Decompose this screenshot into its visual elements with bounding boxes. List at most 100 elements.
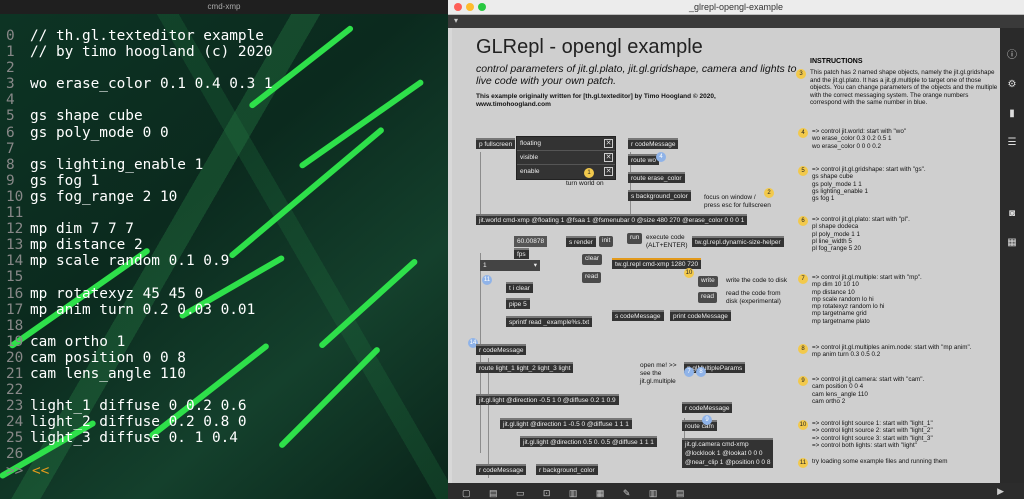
fps-number-box[interactable]: 60.00878 — [514, 236, 548, 247]
s-render-object[interactable]: s render — [566, 236, 596, 247]
visible-toggle-row[interactable]: visible ✕ — [517, 151, 615, 165]
list-icon[interactable]: ☰ — [1000, 137, 1024, 148]
line-number: 20 — [6, 349, 24, 366]
p-fullscreen-object[interactable]: p fullscreen — [476, 138, 516, 149]
camera-icon[interactable]: ◙ — [1000, 208, 1024, 219]
r-codemessage-lights-object[interactable]: r codeMessage — [476, 344, 527, 355]
code-line[interactable]: 8 gs lighting_enable 1 — [6, 157, 273, 173]
r-background-color-object[interactable]: r background_color — [536, 464, 598, 475]
code-line[interactable]: 5 gs shape cube — [6, 108, 273, 124]
close-window-icon[interactable] — [454, 3, 462, 11]
read-disk-message[interactable]: read — [698, 292, 718, 303]
code-line[interactable]: 9 gs fog 1 — [6, 173, 273, 189]
floating-toggle-row[interactable]: floating ✕ — [517, 137, 615, 151]
code-line[interactable]: 24 light_2 diffuse 0.2 0.8 0 — [6, 414, 273, 430]
code-line[interactable]: 13 mp distance 2 — [6, 237, 273, 253]
code-line[interactable]: 12 mp dim 7 7 7 — [6, 221, 273, 237]
code-line[interactable]: 10 gs fog_range 2 10 — [6, 189, 273, 205]
pipe-object[interactable]: pipe 5 — [506, 298, 530, 309]
r-codemessage-object[interactable]: r codeMessage — [628, 138, 679, 149]
line-number: 0 — [6, 28, 15, 44]
code-line[interactable]: 14 mp scale random 0.1 0.9 — [6, 253, 273, 269]
write-message[interactable]: write — [698, 276, 718, 287]
clear-message[interactable]: clear — [582, 254, 603, 265]
s-background-color-object[interactable]: s background_color — [628, 190, 691, 201]
sprintf-object[interactable]: sprintf read _example%s.txt — [506, 316, 593, 327]
code-line[interactable]: 16 mp rotatexyz 45 45 0 — [6, 286, 273, 302]
play-icon[interactable]: ▶ — [997, 483, 1004, 499]
code-line[interactable]: 25 light_3 diffuse 0. 1 0.4 — [6, 430, 273, 446]
code-editor-window[interactable]: cmd-xmp 0 // th.gl.texteditor example 1 // … — [0, 0, 448, 499]
line-number: 10 — [6, 188, 24, 205]
info-icon[interactable]: ⓘ — [1000, 46, 1024, 61]
code-line[interactable]: 26 — [6, 446, 273, 462]
code-line[interactable]: 22 — [6, 382, 273, 398]
piano-icon[interactable]: ▥ — [649, 485, 658, 499]
patcher-titlebar[interactable]: _glrepl-opengl-example — [448, 0, 1024, 15]
comment-icon[interactable]: ▤ — [489, 485, 498, 499]
jit-world-object[interactable]: jit.world cmd-xmp @floating 1 @fsaa 1 @f… — [476, 214, 748, 225]
jit-gl-camera-object[interactable]: jit.gl.camera cmd-xmp @locklook 1 @looka… — [682, 438, 774, 468]
enable-toggle-row[interactable]: enable ✕ — [517, 165, 615, 179]
print-codemessage-object[interactable]: print codeMessage — [670, 310, 731, 321]
umenu-dropdown[interactable]: 1 ▾ — [480, 260, 540, 271]
zoom-window-icon[interactable] — [478, 3, 486, 11]
code-line[interactable]: 0 // th.gl.texteditor example — [6, 28, 273, 44]
code-line[interactable]: 20 cam position 0 0 8 — [6, 350, 273, 366]
code-line[interactable]: 7 — [6, 141, 273, 157]
code-line[interactable]: 4 — [6, 92, 273, 108]
blue-badge-8: 8 — [696, 367, 706, 377]
code-line[interactable]: 2 — [6, 60, 273, 76]
code-line[interactable]: 3 wo erase_color 0.1 0.4 0.3 1 — [6, 76, 273, 92]
grid-toggle-icon[interactable]: ▦ — [596, 485, 605, 499]
code-line[interactable]: 21 cam lens_angle 110 — [6, 366, 273, 382]
code-line[interactable]: 23 light_1 diffuse 0 0.2 0.6 — [6, 398, 273, 414]
fps-object[interactable]: fps — [514, 248, 529, 259]
enable-checkbox[interactable]: ✕ — [604, 167, 613, 176]
code-line[interactable]: 1 // by timo hoogland (c) 2020 — [6, 44, 273, 60]
code-line[interactable]: 18 — [6, 318, 273, 334]
wrench-icon[interactable]: ⚙ — [1000, 79, 1024, 90]
wrench-tool-icon[interactable]: ✎ — [623, 485, 631, 499]
code-editor-titlebar[interactable]: cmd-xmp — [0, 0, 448, 14]
code-line[interactable]: 17 mp anim turn 0.2 0.03 0.01 — [6, 302, 273, 318]
snap-icon[interactable]: ▥ — [569, 485, 578, 499]
run-message[interactable]: run — [627, 233, 643, 244]
book-icon[interactable]: ▮ — [1000, 108, 1024, 119]
route-erase-color-object[interactable]: route erase_color — [628, 172, 685, 183]
jit-gl-light-2-object[interactable]: jit.gl.light @direction 1 -0.5 0 @diffus… — [500, 418, 632, 429]
patcher-canvas[interactable]: GLRepl - opengl example control paramete… — [452, 28, 1000, 483]
s-codemessage-object[interactable]: s codeMessage — [612, 310, 664, 321]
patch-icon[interactable]: ▤ — [676, 485, 685, 499]
line-number: 11 — [6, 205, 24, 222]
patcher-menu-icon[interactable]: ▾ — [454, 16, 458, 25]
minimize-window-icon[interactable] — [466, 3, 474, 11]
grid-icon[interactable]: ▦ — [1000, 237, 1024, 248]
resize-helper-object[interactable]: tw.gl.repl.dynamic-size-helper — [692, 236, 784, 247]
attribute-toggle-panel[interactable]: floating ✕ visible ✕ enable ✕ — [516, 136, 616, 180]
route-wo-object[interactable]: route wo — [628, 154, 659, 165]
presentation-icon[interactable]: ▢ — [462, 485, 471, 499]
init-message[interactable]: init — [599, 236, 614, 247]
jit-gl-light-3-object[interactable]: jit.gl.light @direction 0.5 0. 0.5 @diff… — [520, 436, 657, 447]
line-number: 14 — [6, 253, 24, 270]
r-codemessage-bottom-object[interactable]: r codeMessage — [476, 464, 527, 475]
floating-checkbox[interactable]: ✕ — [604, 139, 613, 148]
panel-icon[interactable]: ▭ — [516, 485, 525, 499]
repl-prompt[interactable]: >> << — [6, 463, 273, 479]
code-text-area[interactable]: 0 // th.gl.texteditor example 1 // by timo … — [6, 28, 273, 479]
code-line[interactable]: 19 cam ortho 1 — [6, 334, 273, 350]
visible-checkbox[interactable]: ✕ — [604, 153, 613, 162]
jit-gl-light-1-object[interactable]: jit.gl.light @direction -0.5 1 0 @diffus… — [476, 394, 619, 405]
code-line[interactable]: 11 — [6, 205, 273, 221]
route-lights-object[interactable]: route light_1 light_2 light_3 light — [476, 362, 574, 373]
lock-icon[interactable]: ⊡ — [543, 485, 551, 499]
r-codemessage-cam-object[interactable]: r codeMessage — [682, 402, 733, 413]
t-i-clear-object[interactable]: t i clear — [506, 282, 533, 293]
code-line-text: cam ortho 1 — [30, 333, 126, 350]
instruction-5: 5 => control jit.gl.gridshape: start with… — [798, 166, 1000, 202]
read-message[interactable]: read — [582, 272, 602, 283]
code-line[interactable]: 6 gs poly_mode 0 0 — [6, 125, 273, 141]
code-line[interactable]: 15 — [6, 269, 273, 285]
max-patcher-window[interactable]: _glrepl-opengl-example ▾ GLRepl - opengl… — [448, 0, 1024, 499]
